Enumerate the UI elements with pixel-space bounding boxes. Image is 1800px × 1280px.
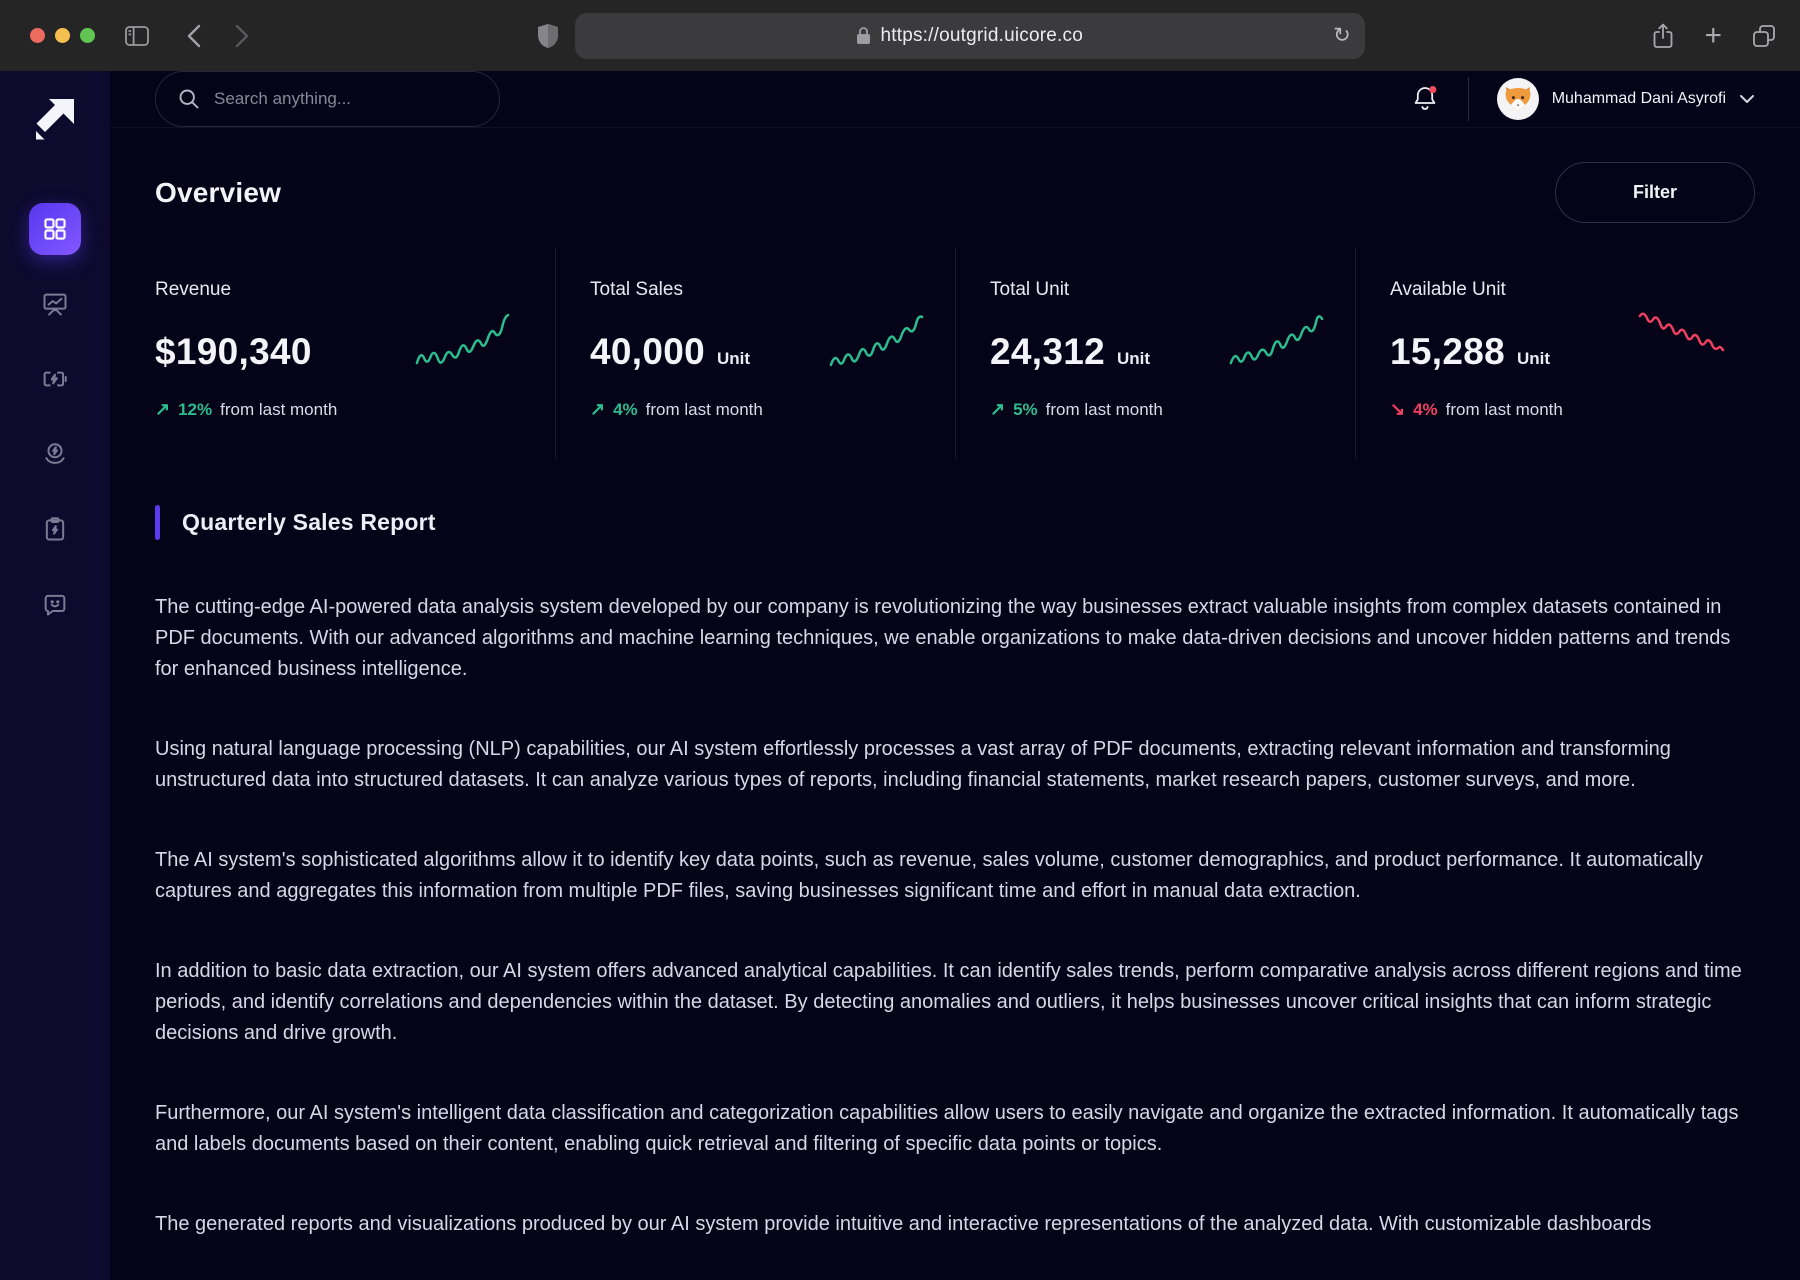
report-paragraph: The generated reports and visualizations… <box>155 1209 1755 1240</box>
dashboard-grid-icon <box>42 216 68 242</box>
user-menu[interactable]: Muhammad Dani Asyrofi <box>1497 78 1755 120</box>
stat-value: 24,312 <box>990 331 1105 373</box>
report-paragraph: Using natural language processing (NLP) … <box>155 734 1755 796</box>
sidebar-item-analytics[interactable] <box>29 278 81 330</box>
stat-change: ↗ 12% from last month <box>155 399 555 420</box>
sparkline-up-icon <box>829 309 925 371</box>
location-bolt-icon <box>41 440 69 468</box>
clipboard-bolt-icon <box>41 515 69 543</box>
share-icon[interactable] <box>1652 23 1674 49</box>
stat-value: $190,340 <box>155 331 312 373</box>
stat-label: Revenue <box>155 279 555 301</box>
global-search[interactable] <box>155 71 500 127</box>
app-logo <box>32 95 78 141</box>
stats-row: Revenue $190,340 ↗ 12% from last month <box>155 247 1755 459</box>
filter-button[interactable]: Filter <box>1555 162 1755 223</box>
search-input[interactable] <box>214 89 477 109</box>
stat-change: ↗ 5% from last month <box>990 399 1355 420</box>
stat-change: ↗ 4% from last month <box>590 399 955 420</box>
overview-section: Overview Filter Revenue $190,340 <box>110 128 1800 459</box>
sparkline-up-icon <box>415 309 511 371</box>
notifications-bell-icon[interactable] <box>1410 83 1440 115</box>
report-paragraph: The cutting-edge AI-powered data analysi… <box>155 592 1755 685</box>
report-paragraph: The AI system's sophisticated algorithms… <box>155 845 1755 907</box>
report-paragraph: In addition to basic data extraction, ou… <box>155 956 1755 1049</box>
sidebar <box>0 71 110 1280</box>
trend-up-arrow-icon: ↗ <box>990 399 1005 420</box>
zoom-window-button[interactable] <box>80 28 95 43</box>
stat-total-unit: Total Unit 24,312 Unit ↗ 5% from last mo… <box>955 247 1355 459</box>
report-paragraph: Furthermore, our AI system's intelligent… <box>155 1098 1755 1160</box>
new-tab-icon[interactable]: + <box>1704 21 1722 51</box>
trend-down-arrow-icon: ↘ <box>1390 399 1405 420</box>
lock-icon <box>856 26 871 45</box>
search-icon <box>178 88 200 110</box>
stat-unit: Unit <box>717 349 750 369</box>
stat-label: Total Sales <box>590 279 955 301</box>
section-accent-bar <box>155 505 160 540</box>
stat-total-sales: Total Sales 40,000 Unit ↗ 4% from last m… <box>555 247 955 459</box>
chat-smiley-icon <box>41 590 69 618</box>
report-title: Quarterly Sales Report <box>182 509 436 536</box>
stat-change: ↘ 4% from last month <box>1390 399 1755 420</box>
sidebar-item-feedback[interactable] <box>29 578 81 630</box>
stat-unit: Unit <box>1517 349 1550 369</box>
sparkline-up-icon <box>1229 309 1325 371</box>
close-window-button[interactable] <box>30 28 45 43</box>
sidebar-item-dashboard[interactable] <box>29 203 81 255</box>
reload-icon[interactable]: ↻ <box>1333 13 1351 59</box>
sidebar-item-tasks[interactable] <box>29 503 81 555</box>
sparkline-down-icon <box>1637 309 1725 365</box>
stat-unit: Unit <box>1117 349 1150 369</box>
tab-overview-icon[interactable] <box>1752 24 1776 48</box>
sidebar-item-energy[interactable] <box>29 353 81 405</box>
header-divider <box>1468 77 1469 121</box>
user-name: Muhammad Dani Asyrofi <box>1552 90 1726 108</box>
trend-up-arrow-icon: ↗ <box>590 399 605 420</box>
privacy-shield-icon <box>537 23 559 49</box>
stat-value: 40,000 <box>590 331 705 373</box>
report-section: Quarterly Sales Report The cutting-edge … <box>110 505 1800 1280</box>
browser-chrome: https://outgrid.uicore.co ↻ + <box>0 0 1800 71</box>
minimize-window-button[interactable] <box>55 28 70 43</box>
stat-revenue: Revenue $190,340 ↗ 12% from last month <box>155 247 555 459</box>
chevron-down-icon <box>1739 94 1755 104</box>
stat-value: 15,288 <box>1390 331 1505 373</box>
trend-up-arrow-icon: ↗ <box>155 399 170 420</box>
sidebar-toggle-icon[interactable] <box>125 26 149 46</box>
window-controls <box>30 28 95 43</box>
forward-icon[interactable] <box>235 24 249 48</box>
address-bar[interactable]: https://outgrid.uicore.co ↻ <box>575 13 1365 59</box>
avatar <box>1497 78 1539 120</box>
page-title: Overview <box>155 177 281 209</box>
stat-label: Total Unit <box>990 279 1355 301</box>
sidebar-item-location[interactable] <box>29 428 81 480</box>
top-header: Muhammad Dani Asyrofi <box>110 71 1800 128</box>
stat-available-unit: Available Unit 15,288 Unit ↘ 4% from las… <box>1355 247 1755 459</box>
sidebar-nav <box>29 203 81 653</box>
stat-label: Available Unit <box>1390 279 1755 301</box>
url-text: https://outgrid.uicore.co <box>880 25 1083 47</box>
battery-charging-icon <box>41 365 69 393</box>
back-icon[interactable] <box>187 24 201 48</box>
presentation-chart-icon <box>41 290 69 318</box>
report-body: The cutting-edge AI-powered data analysi… <box>155 592 1755 1240</box>
